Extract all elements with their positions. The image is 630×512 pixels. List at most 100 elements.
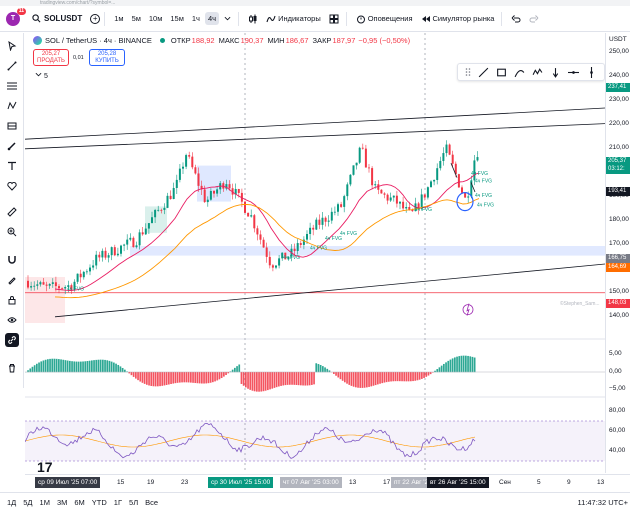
user-avatar[interactable]: T 11	[6, 7, 26, 26]
hide-tool[interactable]	[5, 313, 19, 327]
indicators-icon	[266, 15, 276, 22]
candle-body	[327, 220, 330, 222]
candle-body	[98, 254, 101, 258]
range-1m[interactable]: 1М	[40, 498, 50, 507]
forecast-tool[interactable]	[5, 119, 19, 133]
timeframe-1h[interactable]: 1ч	[189, 12, 203, 25]
range-ytd[interactable]: YTD	[92, 498, 107, 507]
range-1d[interactable]: 1Д	[7, 498, 16, 507]
macd-bar	[170, 372, 172, 385]
macd-bar	[286, 372, 289, 385]
magnet-tool[interactable]	[5, 253, 19, 267]
time-axis[interactable]: 15 19 23 13 17 Сен 5 9 13 ср 09 Июл '25 07:00 ср …	[25, 474, 630, 490]
cursor-tool[interactable]	[5, 39, 19, 53]
compare-add-icon[interactable]: +	[90, 13, 101, 24]
pattern-tool[interactable]	[5, 99, 19, 113]
symbol-search[interactable]: SOLUSDT	[32, 14, 82, 23]
range-3m[interactable]: 3М	[57, 498, 67, 507]
layouts-button[interactable]	[326, 12, 342, 26]
macd-bar	[38, 362, 40, 373]
macd-bar	[115, 363, 117, 373]
range-5d[interactable]: 5Д	[23, 498, 32, 507]
timeframe-15m[interactable]: 15м	[167, 12, 187, 25]
range-6m[interactable]: 6М	[74, 498, 84, 507]
vertical-line-icon[interactable]	[586, 66, 597, 78]
macd-bar	[130, 372, 133, 376]
macd-bar	[53, 358, 56, 373]
line-tool-icon[interactable]	[478, 67, 489, 78]
macd-tick: −5,00	[609, 385, 626, 392]
drag-handle-icon[interactable]	[465, 67, 471, 77]
range-all[interactable]: Все	[145, 498, 158, 507]
chart-svg[interactable]: 4ч FVG4ч FVG4ч FVG4ч FVG4ч FVG4ч FVG4ч F…	[25, 33, 605, 473]
path-tool-icon[interactable]	[532, 67, 543, 78]
link-tool[interactable]	[5, 333, 19, 347]
candle-body	[464, 192, 467, 198]
measure-tool[interactable]	[5, 205, 19, 219]
timeframe-1m[interactable]: 1м	[111, 12, 126, 25]
time-tick: 19	[147, 479, 155, 486]
macd-bar	[223, 372, 225, 377]
macd-bar	[117, 364, 120, 373]
macd-bar	[174, 372, 177, 384]
macd-bar	[440, 365, 443, 373]
lock-tool[interactable]	[5, 293, 19, 307]
clock[interactable]: 11:47:32 UTC+	[577, 498, 628, 507]
delete-tool[interactable]	[5, 361, 19, 375]
indicators-button[interactable]: Индикаторы	[263, 12, 324, 26]
timeframe-10m[interactable]: 10м	[146, 12, 166, 25]
brush-tool[interactable]	[5, 139, 19, 153]
price-tick: 180,00	[609, 216, 629, 223]
divider	[238, 11, 240, 26]
ma-fast-line	[54, 172, 480, 291]
arrow-marker-icon[interactable]	[550, 67, 561, 78]
candle-body	[27, 280, 29, 288]
candle-body	[203, 189, 206, 203]
icon-tool[interactable]	[5, 179, 19, 193]
curve-tool-icon[interactable]	[514, 67, 525, 78]
price-tick: 170,00	[609, 240, 629, 247]
eye-icon	[7, 317, 17, 323]
horizontal-line-icon[interactable]	[567, 67, 579, 78]
undo-button[interactable]	[508, 12, 524, 26]
candle-body	[209, 190, 212, 200]
lightning-icon	[466, 303, 470, 316]
timeframe-4h[interactable]: 4ч	[204, 12, 220, 25]
fib-tool[interactable]	[5, 79, 19, 93]
candle-body	[39, 282, 42, 285]
candle-body	[265, 247, 268, 257]
macd-bar	[275, 372, 278, 388]
timeframe-dropdown[interactable]	[221, 13, 234, 24]
time-tick: 13	[597, 479, 605, 486]
range-1y[interactable]: 1Г	[114, 498, 122, 507]
trend-line-tool[interactable]	[5, 59, 19, 73]
replay-button[interactable]: Симулятор рынка	[418, 12, 498, 26]
range-5y[interactable]: 5Л	[129, 498, 138, 507]
candle-body	[157, 209, 160, 211]
divider	[345, 11, 347, 26]
stay-drawing-tool[interactable]	[5, 273, 19, 287]
text-tool[interactable]	[5, 159, 19, 173]
macd-bar	[251, 372, 254, 391]
watermark: ©Stephen_Sam...	[560, 300, 600, 307]
sell-button[interactable]: 205,27 ПРОДАТЬ	[33, 49, 69, 66]
macd-bar	[64, 360, 67, 373]
macd-bar	[396, 372, 399, 382]
macd-bar	[267, 372, 269, 391]
indicators-toggle[interactable]: 5	[35, 71, 48, 80]
chart-type-button[interactable]	[245, 12, 261, 26]
rectangle-tool-icon[interactable]	[496, 67, 507, 78]
macd-bar	[159, 372, 161, 387]
chart-canvas[interactable]: 4ч FVG 4ч FVG 4ч FVG 4ч FVG 4ч FVG 4ч FVG 4ч F…	[25, 33, 605, 473]
redo-button[interactable]	[526, 12, 542, 26]
buy-button[interactable]: 205,28 КУПИТЬ	[89, 49, 125, 66]
alerts-button[interactable]: Оповещения	[353, 12, 416, 26]
macd-bar	[339, 372, 342, 380]
timeframe-5m[interactable]: 5м	[129, 12, 144, 25]
zoom-tool[interactable]	[5, 225, 19, 239]
candle-body	[349, 174, 352, 185]
candle-body	[262, 239, 265, 248]
macd-bar	[341, 372, 344, 381]
price-axis[interactable]: USDT 250,00240,00230,00220,00210,00200,0…	[605, 33, 630, 473]
macd-bar	[238, 364, 241, 373]
